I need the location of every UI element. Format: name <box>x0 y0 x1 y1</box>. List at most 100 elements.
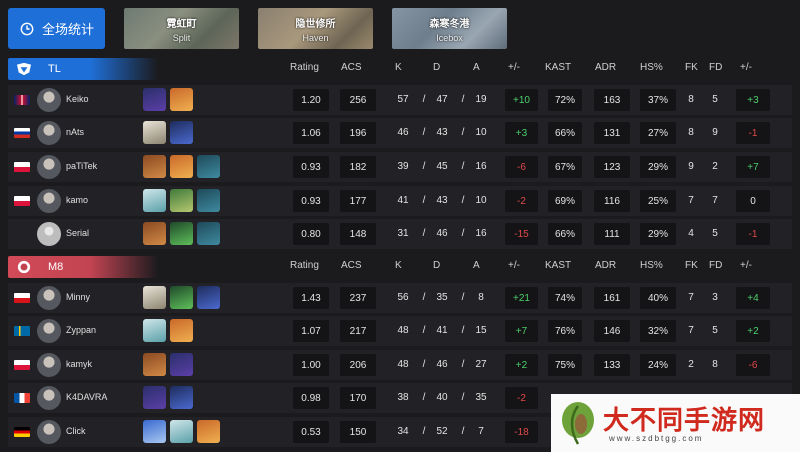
map-tab-title: 隐世修所 <box>295 18 336 30</box>
agent-viper-icon <box>170 286 193 309</box>
stat-rating: 0.93 <box>293 190 329 212</box>
stat-acs: 217 <box>340 320 376 342</box>
stat-rating: 1.07 <box>293 320 329 342</box>
stat-kast: 69% <box>548 190 582 212</box>
stat-hs: 37% <box>640 89 676 111</box>
player-row[interactable]: nAts 1.06 196 46/43/10 +3 66% 131 27% 8 9 -1 <box>8 118 792 148</box>
stat-kast: 74% <box>548 287 582 309</box>
player-name[interactable]: kamyk <box>66 359 92 369</box>
stat-a: 10 <box>475 195 487 206</box>
stat-kd-diff: -2 <box>505 190 538 212</box>
stat-d: 46 <box>436 359 448 370</box>
player-avatar <box>37 319 61 343</box>
stat-fk: 8 <box>688 94 694 105</box>
player-name[interactable]: K4DAVRA <box>66 392 107 402</box>
player-avatar <box>37 286 61 310</box>
player-row[interactable]: Serial 0.80 148 31/46/16 -15 66% 111 29% 4 5 -1 <box>8 219 792 249</box>
stat-fk-diff: -1 <box>736 223 770 245</box>
column-header: FD <box>709 62 723 73</box>
stat-adr: 163 <box>594 89 630 111</box>
stat-kd-diff: -18 <box>505 421 538 443</box>
country-flag-icon <box>14 427 30 437</box>
map-tab-haven[interactable]: 隐世修所 Haven <box>258 8 373 49</box>
map-tab-split[interactable]: 霓虹町 Split <box>124 8 239 49</box>
stat-fk: 7 <box>688 292 694 303</box>
stat-a: 7 <box>478 426 484 437</box>
player-name[interactable]: nAts <box>66 127 84 137</box>
stat-a: 16 <box>475 161 487 172</box>
stat-adr: 131 <box>594 122 630 144</box>
stat-k: 39 <box>397 161 409 172</box>
player-name[interactable]: Keiko <box>66 94 89 104</box>
agent-list <box>143 88 193 111</box>
map-tab-subtitle: Split <box>172 32 191 43</box>
player-avatar <box>37 222 61 246</box>
player-row[interactable]: Zyppan 1.07 217 48/41/15 +7 76% 146 32% 7 5 +2 <box>8 316 792 346</box>
agent-list <box>143 353 193 376</box>
stat-fd: 5 <box>712 94 718 105</box>
stat-a: 15 <box>475 325 487 336</box>
player-avatar <box>37 155 61 179</box>
overall-stats-button[interactable]: 全场统计 <box>8 8 105 49</box>
column-header: ACS <box>341 62 362 73</box>
stat-acs: 148 <box>340 223 376 245</box>
stat-fd: 2 <box>712 161 718 172</box>
stat-fk: 9 <box>688 161 694 172</box>
stat-fd: 5 <box>712 228 718 239</box>
player-row[interactable]: kamyk 1.00 206 48/46/27 +2 75% 133 24% 2 8 -6 <box>8 350 792 380</box>
stat-rating: 1.43 <box>293 287 329 309</box>
column-header: KAST <box>545 62 572 73</box>
player-row[interactable]: kamo 0.93 177 41/43/10 -2 69% 116 25% 7 7 0 <box>8 186 792 216</box>
stat-a: 19 <box>475 94 487 105</box>
stat-fd: 8 <box>712 359 718 370</box>
player-name[interactable]: paTiTek <box>66 161 97 171</box>
agent-phoenix-icon <box>170 155 193 178</box>
map-tab-title: 森寒冬港 <box>429 18 470 30</box>
map-tab-subtitle: Haven <box>302 32 329 43</box>
agent-sage-icon <box>143 189 166 212</box>
stat-kd-diff: +21 <box>505 287 538 309</box>
column-header: ADR <box>595 62 617 73</box>
map-tab-subtitle: Icebox <box>436 32 463 43</box>
player-row[interactable]: Minny 1.43 237 56/35/8 +21 74% 161 40% 7 3 +4 <box>8 283 792 313</box>
stat-hs: 29% <box>640 156 676 178</box>
agent-breach-icon <box>143 155 166 178</box>
player-avatar <box>37 189 61 213</box>
column-header: FK <box>685 260 698 271</box>
player-name[interactable]: Minny <box>66 292 90 302</box>
stat-fd: 7 <box>712 195 718 206</box>
player-name[interactable]: Serial <box>66 228 89 238</box>
watermark-text: 大不同手游网 <box>603 406 766 436</box>
watermark-url: www.szdbtgg.com <box>609 434 704 443</box>
agent-sage-icon <box>170 420 193 443</box>
stat-fk-diff: +3 <box>736 89 770 111</box>
country-flag-icon <box>14 293 30 303</box>
stat-fk-diff: 0 <box>736 190 770 212</box>
agent-viper-icon <box>170 222 193 245</box>
stat-fk-diff: +7 <box>736 156 770 178</box>
player-name[interactable]: Click <box>66 426 86 436</box>
stat-adr: 146 <box>594 320 630 342</box>
player-row[interactable]: paTiTek 0.93 182 39/45/16 -6 67% 123 29% 9 2 +7 <box>8 152 792 182</box>
player-name[interactable]: kamo <box>66 195 88 205</box>
player-name[interactable]: Zyppan <box>66 325 96 335</box>
map-tab-icebox[interactable]: 森寒冬港 Icebox <box>392 8 507 49</box>
overall-stats-label: 全场统计 <box>42 22 95 37</box>
agent-sage-icon <box>143 319 166 342</box>
stat-kd-diff: -6 <box>505 156 538 178</box>
player-row[interactable]: Keiko 1.20 256 57/47/19 +10 72% 163 37% 8 5 +3 <box>8 85 792 115</box>
stat-k: 38 <box>397 392 409 403</box>
stat-hs: 25% <box>640 190 676 212</box>
stat-fk-diff: +2 <box>736 320 770 342</box>
country-flag-icon <box>14 128 30 138</box>
column-header: +/- <box>740 260 752 271</box>
stat-adr: 161 <box>594 287 630 309</box>
stat-a: 8 <box>478 292 484 303</box>
column-header: HS% <box>640 260 663 271</box>
stat-a: 10 <box>475 127 487 138</box>
agent-list <box>143 286 220 309</box>
agent-omen-icon <box>143 386 166 409</box>
agent-phoenix-icon <box>170 88 193 111</box>
agent-cypher-icon <box>143 121 166 144</box>
agent-cypher-icon <box>143 286 166 309</box>
